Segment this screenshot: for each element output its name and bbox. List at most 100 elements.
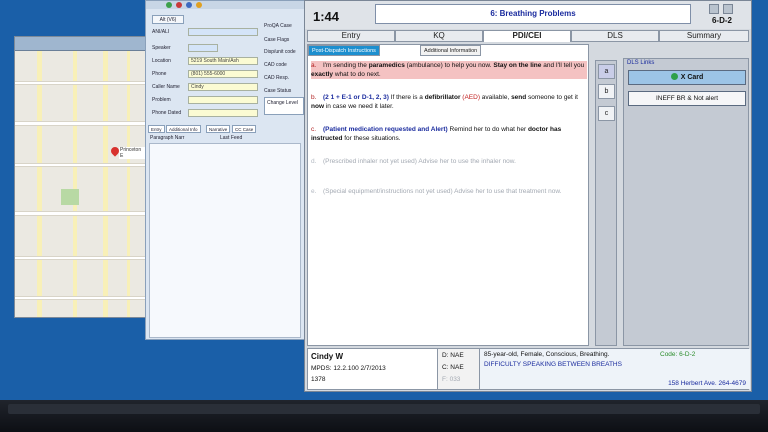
tab-dls[interactable]: DLS — [571, 30, 659, 42]
change-level-box[interactable]: Change Level — [264, 97, 304, 115]
instruction-red: (AED) — [460, 94, 480, 101]
code-c: C: NAE — [442, 364, 464, 371]
side-label: CAD code — [264, 62, 287, 68]
pin-label: Princeton E — [119, 147, 145, 159]
instruction-d[interactable]: d. (Prescribed inhaler not yet used) Advi… — [311, 157, 587, 166]
side-label: CAD Resp. — [264, 75, 290, 81]
summary-text: 85-year-old, Female, Conscious, Breathin… — [484, 351, 610, 358]
form-label: ANI/ALI — [152, 29, 170, 35]
instruction-text: what to do next. — [333, 71, 381, 78]
summary-address: 158 Herbert Ave. 264-4679 — [668, 380, 746, 387]
summary-subtext: DIFFICULTY SPEAKING BETWEEN BREATHS — [484, 361, 622, 368]
monitor-screen: Princeton E Alt (V6) ANI/ALI Speaker Loc… — [0, 0, 768, 432]
instruction-panel: Post-Dispatch Instructions Additional In… — [307, 44, 589, 346]
instruction-letter: c. — [311, 126, 317, 133]
form-subtab[interactable]: Entry — [148, 125, 165, 133]
side-label: Case Status — [264, 88, 292, 94]
side-label: ProQA Case — [264, 23, 292, 29]
narrative-list[interactable] — [149, 143, 301, 338]
form-label: Problem — [152, 97, 171, 103]
instruction-a[interactable]: a. I'm sending the paramedics (ambulance)… — [311, 61, 587, 79]
instruction-c[interactable]: c. (Patient medication requested and Aler… — [311, 125, 587, 143]
instruction-text: (Special equipment/instructions not yet … — [323, 188, 562, 195]
caller-meta: MPDS: 12.2.100 2/7/2013 — [311, 365, 386, 372]
determinant-code: 6-D-2 — [711, 16, 732, 25]
form-subtab[interactable]: CC Case — [232, 125, 257, 133]
instruction-text: I'm sending the — [323, 62, 369, 69]
instruction-text: and I'll tell you — [541, 62, 585, 69]
letter-button-c[interactable]: c — [598, 106, 615, 121]
tab-entry[interactable]: Entry — [307, 30, 395, 42]
instruction-bold: now — [311, 103, 324, 110]
map-road — [15, 81, 145, 85]
instruction-bold: Stay on the line — [493, 62, 542, 69]
form-subtab[interactable]: Additional Info — [166, 125, 201, 133]
ani-ali-field[interactable] — [188, 28, 258, 36]
caller-box: Cindy W MPDS: 12.2.100 2/7/2013 1378 — [308, 349, 438, 389]
instruction-condition: (2 1 + E-1 or D-1, 2, 3) — [323, 94, 389, 101]
instruction-condition: (Patient medication requested and Alert) — [323, 126, 448, 133]
phone-dated-field[interactable] — [188, 109, 258, 117]
instruction-b[interactable]: b. (2 1 + E-1 or D-1, 2, 3) If there is a… — [311, 93, 587, 111]
side-label: Case Flags — [264, 37, 290, 43]
map-titlebar — [15, 37, 145, 51]
case-summary: 85-year-old, Female, Conscious, Breathin… — [480, 349, 750, 389]
checkbox-label[interactable]: Paragraph Narr — [150, 135, 184, 141]
form-toolbar — [146, 1, 304, 9]
instruction-e[interactable]: e. (Special equipment/instructions not ye… — [311, 187, 587, 196]
location-field[interactable]: 5219 South Main/Ash — [188, 57, 258, 65]
instruction-text: Remind her to do what her — [447, 126, 528, 133]
toolbar-yellow-icon[interactable] — [196, 2, 202, 8]
map-road — [15, 163, 145, 167]
x-card-label: X Card — [680, 74, 704, 81]
phone-field[interactable]: (801) 555-6000 — [188, 70, 258, 78]
toolbar-green-icon[interactable] — [166, 2, 172, 8]
instruction-letter: d. — [311, 158, 317, 165]
tab-kq[interactable]: KQ — [395, 30, 483, 42]
map-road — [15, 121, 145, 126]
caller-name: Cindy W — [311, 352, 343, 361]
instruction-text: If there is a — [388, 94, 425, 101]
letter-button-a[interactable]: a — [598, 64, 615, 79]
subtab-post-dispatch[interactable]: Post-Dispatch Instructions — [308, 45, 380, 56]
instruction-text: (ambulance) to help you now. — [404, 62, 494, 69]
desktop-edge — [752, 0, 768, 400]
dls-links-panel: DLS Links X Card INEFF BR & Not alert — [623, 58, 749, 346]
ineff-br-button[interactable]: INEFF BR & Not alert — [628, 91, 746, 106]
problem-field[interactable] — [188, 96, 258, 104]
speaker-field[interactable] — [188, 44, 218, 52]
form-label: Caller Name — [152, 84, 180, 90]
instruction-bold: exactly — [311, 71, 334, 78]
form-label: Speaker — [152, 45, 171, 51]
instruction-bold: defibrillator — [424, 94, 461, 101]
subtab-additional-info[interactable]: Additional Information — [420, 45, 482, 56]
proqa-header: 1:44 6: Breathing Problems 6-D-2 — [305, 1, 751, 29]
elapsed-time: 1:44 — [313, 9, 340, 24]
tab-summary[interactable]: Summary — [659, 30, 749, 42]
checkbox-label[interactable]: Last Feed — [220, 135, 242, 141]
help-icon[interactable] — [723, 4, 733, 14]
toolbar-red-icon[interactable] — [176, 2, 182, 8]
toolbar-blue-icon[interactable] — [186, 2, 192, 8]
form-subtab[interactable]: Narrative — [206, 125, 231, 133]
letter-button-b[interactable]: b — [598, 84, 615, 99]
instruction-text: (Prescribed inhaler not yet used) Advise… — [323, 158, 516, 165]
dls-title: DLS Links — [627, 60, 655, 66]
protocol-title: 6: Breathing Problems — [375, 4, 691, 24]
form-tab[interactable]: Alt (V6) — [152, 15, 184, 24]
map-canvas[interactable]: Princeton E — [15, 51, 145, 317]
print-icon[interactable] — [709, 4, 719, 14]
caller-id: 1378 — [311, 376, 326, 383]
call-entry-form: Alt (V6) ANI/ALI Speaker Location 5219 S… — [145, 0, 305, 340]
agency-codes: D: NAE C: NAE F: 033 — [438, 349, 480, 389]
tab-pdi-cei[interactable]: PDI/CEI — [483, 30, 571, 42]
change-level-label: Change Level — [267, 100, 298, 106]
instruction-text: available, — [479, 94, 512, 101]
case-info-bar: Cindy W MPDS: 12.2.100 2/7/2013 1378 D: … — [307, 348, 750, 390]
instruction-bold: paramedics — [368, 62, 405, 69]
monitor-stand — [8, 404, 760, 414]
caller-name-field[interactable]: Cindy — [188, 83, 258, 91]
map-road — [103, 51, 108, 317]
form-label: Phone — [152, 71, 167, 77]
x-card-button[interactable]: X Card — [628, 70, 746, 85]
